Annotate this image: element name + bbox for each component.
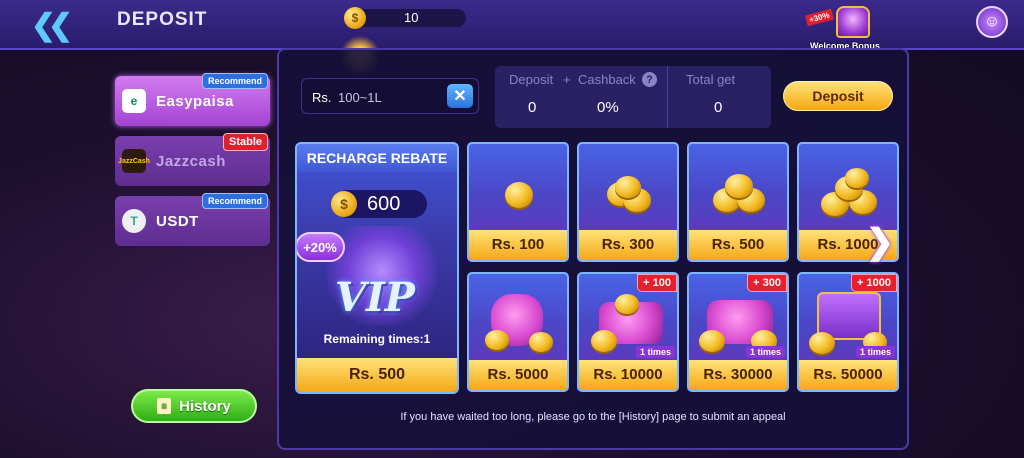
- coin-pile-icon: [689, 144, 787, 232]
- method-jazzcash[interactable]: JazzCash Jazzcash Stable: [115, 133, 270, 186]
- back-button[interactable]: ❮❮: [28, 8, 73, 42]
- appeal-notice: If you have waited too long, please go t…: [400, 411, 786, 423]
- total-value: 0: [714, 99, 723, 116]
- money-bag-icon: [469, 274, 567, 362]
- recommend-badge: Recommend: [201, 73, 268, 89]
- method-label: Jazzcash: [156, 152, 226, 170]
- times-badge: 1 times: [635, 346, 675, 358]
- method-easypaisa[interactable]: e Easypaisa Recommend: [115, 73, 270, 126]
- help-icon[interactable]: ?: [642, 72, 657, 87]
- total-column: Total get 0: [667, 66, 771, 128]
- amount-field: Rs. ✕: [301, 78, 479, 114]
- rebate-coins: $ 600: [331, 190, 427, 218]
- tile-price: Rs. 300: [579, 230, 677, 260]
- coin-icon: $: [344, 7, 366, 29]
- coin-pile-icon: [799, 144, 897, 232]
- jazzcash-icon: JazzCash: [118, 149, 150, 173]
- cashback-header: Cashback: [578, 72, 636, 87]
- amount-tile-500[interactable]: Rs. 500: [687, 142, 789, 262]
- recharge-rebate-card[interactable]: RECHARGE REBATE $ 600 VIP +20% Remaining…: [295, 142, 459, 394]
- total-header: Total get: [686, 72, 736, 87]
- tile-price: Rs. 30000: [689, 360, 787, 390]
- tile-price: Rs. 50000: [799, 360, 897, 390]
- treasure-chest-icon: [836, 6, 870, 38]
- deposit-button[interactable]: Deposit: [783, 81, 893, 111]
- amount-input[interactable]: [338, 85, 438, 109]
- stable-badge: Stable: [222, 133, 268, 151]
- rebate-coin-amount: 600: [367, 193, 401, 215]
- history-button[interactable]: ≡ History: [131, 389, 257, 423]
- next-page-button[interactable]: ❯: [865, 222, 895, 262]
- clear-button[interactable]: ✕: [447, 84, 473, 108]
- amount-tile-300[interactable]: Rs. 300: [577, 142, 679, 262]
- method-label: USDT: [156, 212, 199, 230]
- top-bar: ❮❮ DEPOSIT $ 10 +30% Welcome Bonus ☺: [0, 0, 1024, 51]
- remaining-times: Remaining times:1: [323, 332, 431, 346]
- balance-amount: 10: [404, 10, 419, 25]
- tile-price: Rs. 100: [469, 230, 567, 260]
- rebate-percent-badge: +20%: [297, 232, 345, 262]
- times-badge: 1 times: [855, 346, 895, 358]
- method-usdt[interactable]: T USDT Recommend: [115, 193, 270, 246]
- cashback-value: 0%: [597, 99, 619, 116]
- history-label: History: [179, 397, 231, 415]
- amount-tile-10000[interactable]: + 100 1 times Rs. 10000: [577, 272, 679, 392]
- amount-tile-50000[interactable]: + 1000 1 times Rs. 50000: [797, 272, 899, 392]
- clipboard-icon: ≡: [157, 398, 172, 414]
- tile-price: Rs. 10000: [579, 360, 677, 390]
- page-title: DEPOSIT: [117, 9, 208, 30]
- rebate-price: Rs. 500: [297, 358, 457, 392]
- times-badge: 1 times: [745, 346, 785, 358]
- double-chevron-left-icon: ❮❮: [30, 8, 73, 42]
- bonus-badge: + 300: [747, 274, 787, 292]
- close-icon: ✕: [453, 88, 467, 105]
- coin-icon: $: [331, 191, 357, 217]
- tile-price: Rs. 500: [689, 230, 787, 260]
- amount-tile-100[interactable]: Rs. 100: [467, 142, 569, 262]
- chevron-right-icon: ❯: [865, 223, 895, 261]
- tether-icon: T: [122, 209, 146, 233]
- method-label: Easypaisa: [156, 92, 234, 110]
- coin-pile-icon: [579, 144, 677, 232]
- vip-logo: VIP: [335, 274, 415, 321]
- avatar[interactable]: ☺: [976, 6, 1008, 38]
- easypaisa-icon: e: [122, 89, 146, 113]
- plus-sign: +: [563, 72, 571, 87]
- deposit-summary: Deposit + Cashback ? 0 0% Total get 0: [495, 66, 771, 128]
- rebate-title: RECHARGE REBATE: [297, 144, 457, 172]
- amount-tile-30000[interactable]: + 300 1 times Rs. 30000: [687, 272, 789, 392]
- currency-prefix: Rs.: [312, 90, 332, 105]
- amount-tile-5000[interactable]: Rs. 5000: [467, 272, 569, 392]
- balance-display: $ 10: [344, 7, 466, 29]
- coin-icon: [469, 144, 567, 232]
- tile-price: Rs. 5000: [469, 360, 567, 390]
- bonus-badge: + 1000: [851, 274, 897, 292]
- welcome-bonus-tag: +30%: [805, 8, 834, 27]
- deposit-cashback-column: Deposit + Cashback ? 0 0%: [495, 66, 667, 128]
- user-icon: ☺: [983, 13, 1001, 30]
- deposit-header: Deposit: [509, 72, 554, 87]
- deposit-value: 0: [528, 99, 537, 116]
- recommend-badge: Recommend: [201, 193, 268, 209]
- welcome-bonus-button[interactable]: +30% Welcome Bonus: [805, 4, 888, 51]
- bonus-badge: + 100: [637, 274, 677, 292]
